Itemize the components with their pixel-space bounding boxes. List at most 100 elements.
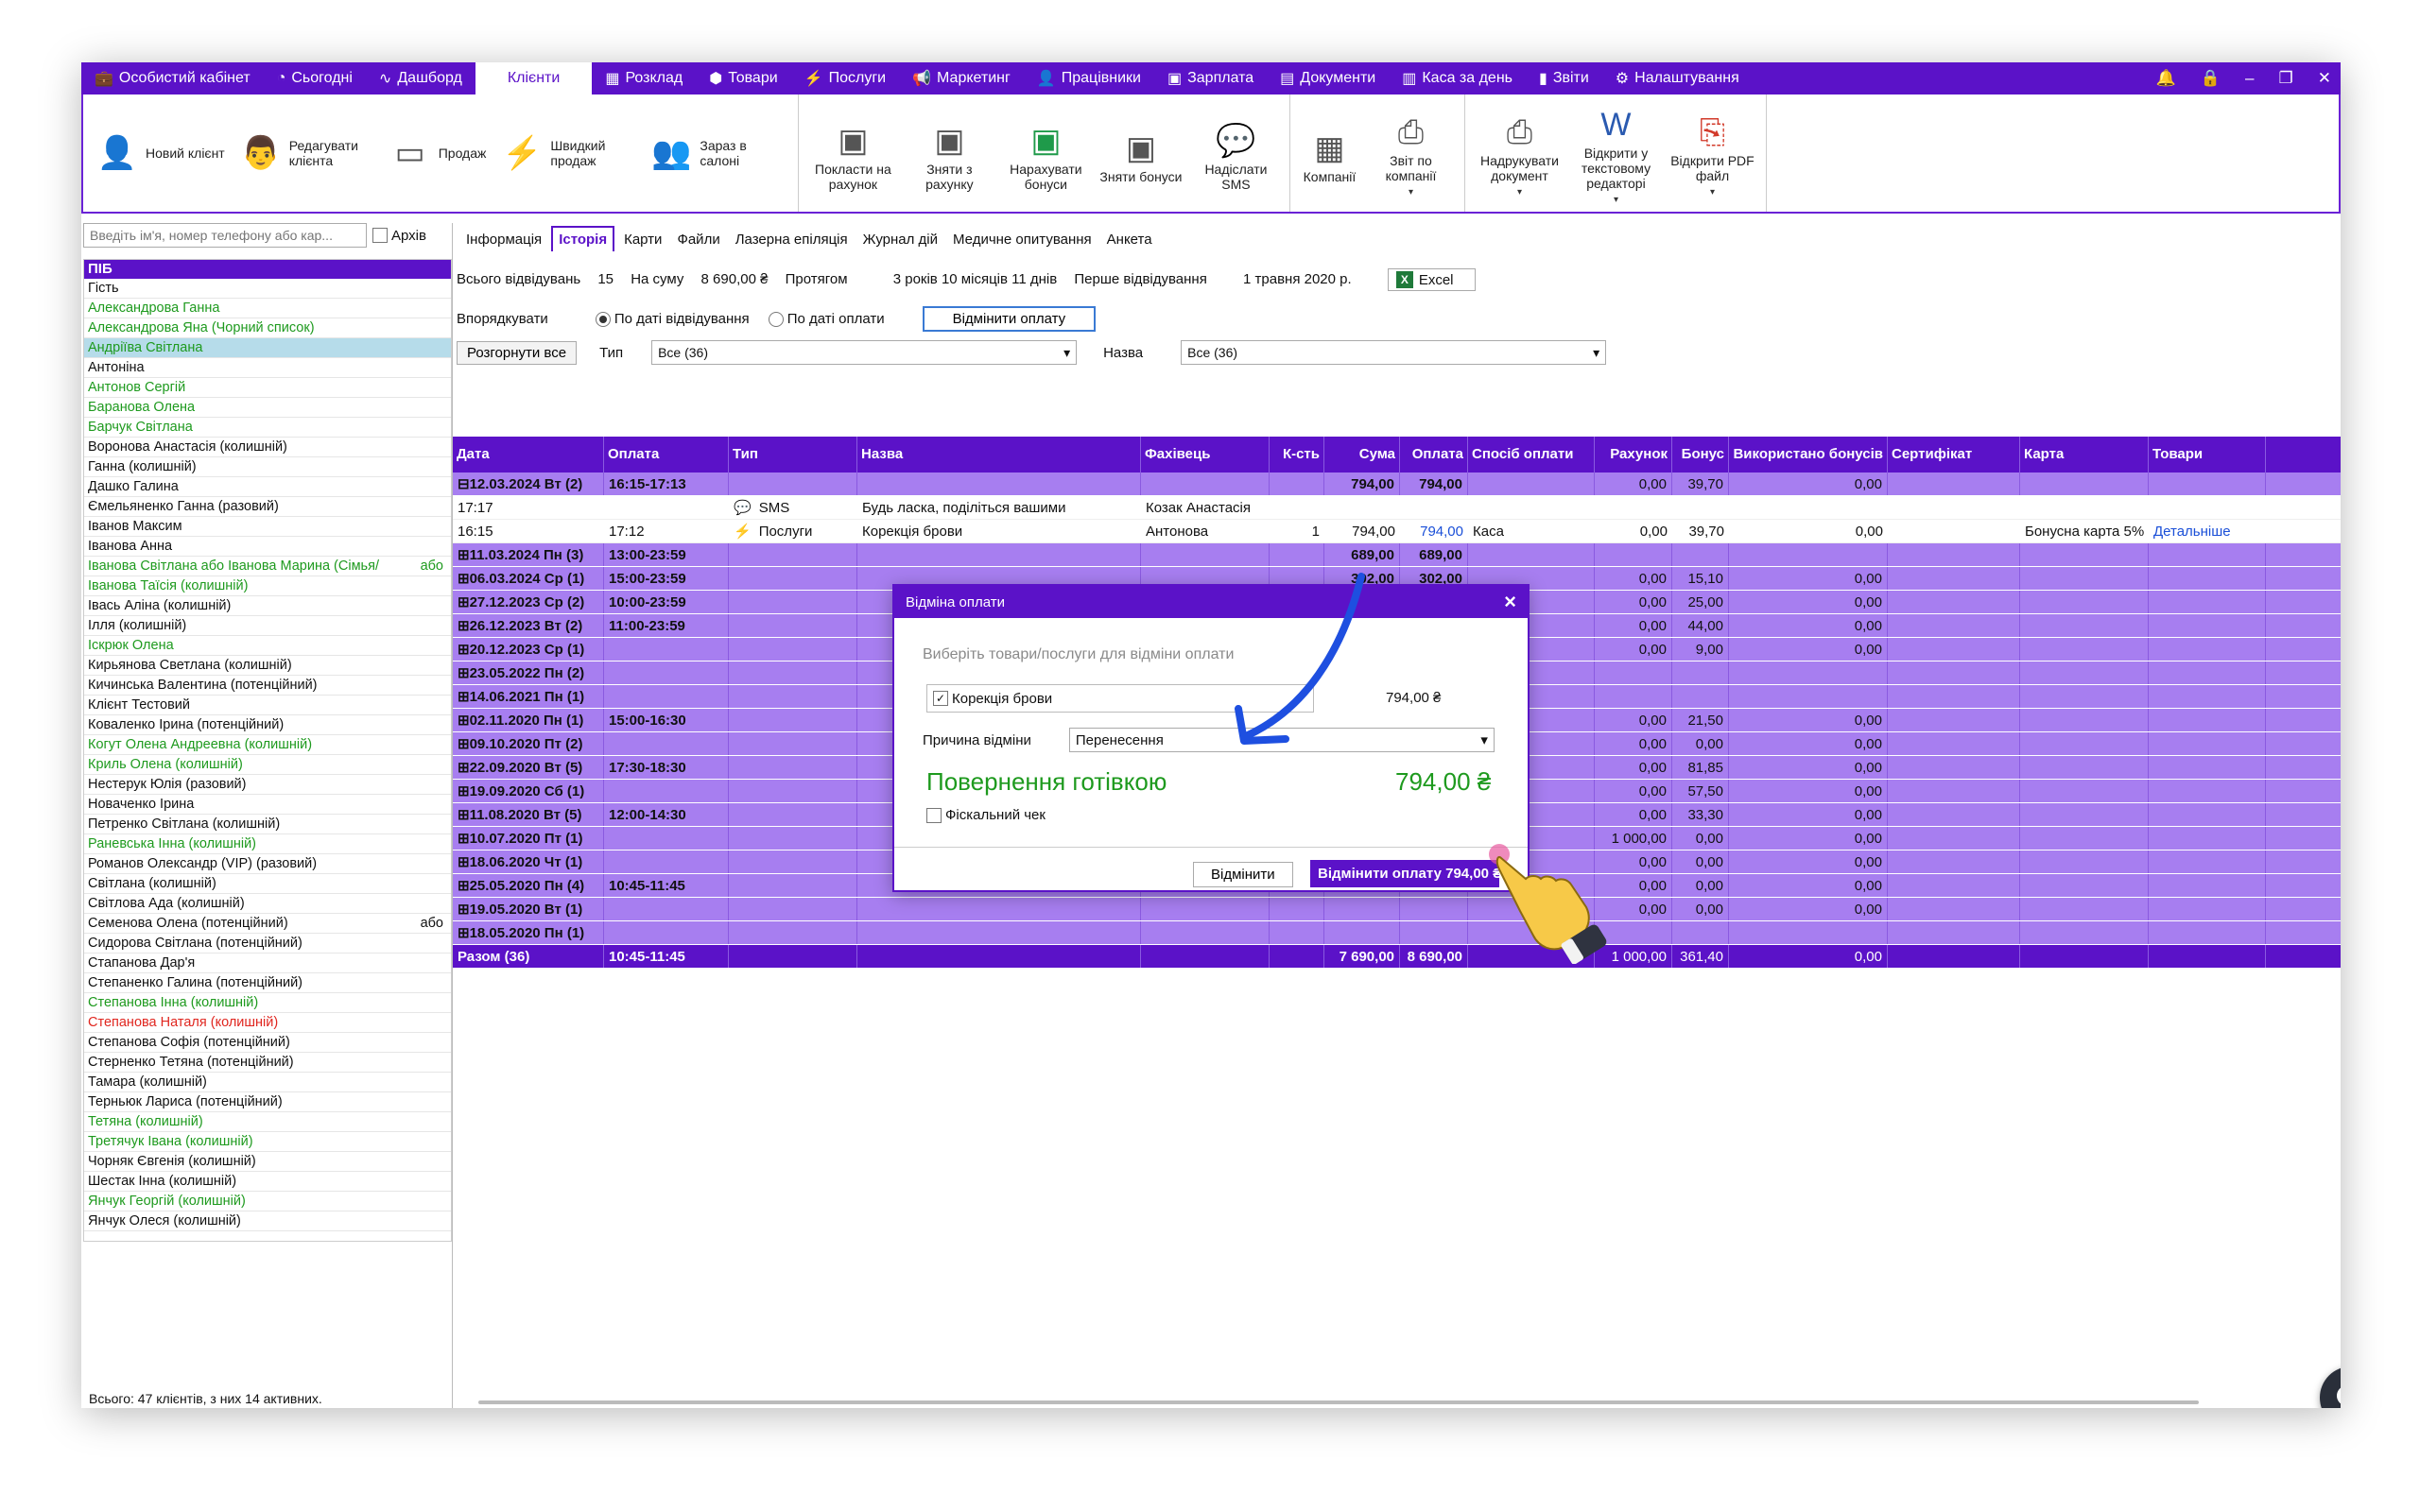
menu-tab-9[interactable]: ▣ Зарплата (1154, 62, 1267, 94)
menu-tab-3[interactable]: Клієнти (475, 62, 593, 94)
client-list-item[interactable]: Стапанова Дар'я (84, 954, 451, 973)
horizontal-scrollbar[interactable] (478, 1400, 2199, 1404)
menu-tab-11[interactable]: ▥ Каса за день (1389, 62, 1526, 94)
ribbon-button-13[interactable]: W Відкрити у текстовому редакторі ▾ (1567, 98, 1664, 208)
ribbon-button-2[interactable]: ▭ Продаж (382, 132, 494, 174)
column-header[interactable]: Назва (857, 437, 1141, 472)
column-header[interactable]: Тип (729, 437, 857, 472)
client-list-item[interactable]: Романов Олександр (VIP) (разовий) (84, 854, 451, 874)
client-list-item[interactable]: Шестак Інна (колишній) (84, 1172, 451, 1192)
client-list-item[interactable]: Семенова Олена (потенційний) або (84, 914, 451, 934)
menu-tab-7[interactable]: 📢 Маркетинг (899, 62, 1024, 94)
client-list-item[interactable]: Клієнт Тестовий (84, 696, 451, 715)
client-list-item[interactable]: Іванова Світлана або Іванова Марина (Сім… (84, 557, 451, 576)
confirm-cancel-payment-button[interactable]: Відмінити оплату 794,00 ₴ (1310, 860, 1499, 887)
lock-icon[interactable]: 🔒 (2201, 69, 2221, 88)
subtab-3[interactable]: Файли (671, 228, 725, 251)
expand-all-button[interactable]: Розгорнути все (457, 340, 578, 365)
client-list-item[interactable]: Александрова Яна (Чорний список) (84, 318, 451, 338)
client-list-item[interactable]: Світлова Ада (колишній) (84, 894, 451, 914)
client-list-item[interactable]: Іванова Таїсія (колишній) (84, 576, 451, 596)
client-list-item[interactable]: Іванов Максим (84, 517, 451, 537)
sort-by-payment-radio[interactable] (768, 311, 784, 327)
client-list-item[interactable]: Степанова Софія (потенційний) (84, 1033, 451, 1053)
client-list-item[interactable]: Барчук Світлана (84, 418, 451, 438)
menu-tab-12[interactable]: ▮ Звіти (1526, 62, 1602, 94)
column-header[interactable]: Сума (1324, 437, 1400, 472)
client-list-item[interactable]: Степанова Інна (колишній) (84, 993, 451, 1013)
column-header[interactable]: Карта (2020, 437, 2149, 472)
ribbon-button-3[interactable]: ⚡ Швидкий продаж (493, 132, 643, 174)
type-filter-select[interactable]: Все (36) ▾ (651, 340, 1078, 365)
client-list-item[interactable]: Коваленко Ірина (потенційний) (84, 715, 451, 735)
client-list-item[interactable]: Когут Олена Андреевна (колишній) (84, 735, 451, 755)
cancel-item-checkbox[interactable]: ✓ (933, 691, 948, 706)
subtab-1[interactable]: Історія (551, 226, 615, 251)
client-list-item[interactable]: Терньюк Лариса (потенційний) (84, 1092, 451, 1112)
excel-export-button[interactable]: X Excel (1387, 268, 1476, 291)
ribbon-button-7[interactable]: ▣ Нарахувати бонуси (997, 114, 1094, 192)
client-list-item[interactable]: Сидорова Світлана (потенційний) (84, 934, 451, 954)
client-list-item[interactable]: Ємельяненко Ганна (разовий) (84, 497, 451, 517)
archive-checkbox[interactable] (372, 228, 388, 243)
ribbon-button-6[interactable]: ▣ Зняти з рахунку (901, 114, 997, 192)
menu-tab-2[interactable]: ∿ Дашборд (366, 62, 475, 94)
menu-tab-5[interactable]: ⬢ Товари (696, 62, 790, 94)
history-row[interactable]: ⊟12.03.2024 Вт (2) 16:15-17:13 794,00 794,0… (453, 472, 2341, 496)
subtab-0[interactable]: Інформація (460, 228, 547, 251)
column-header[interactable]: Спосіб оплати (1468, 437, 1595, 472)
column-header[interactable]: К-сть (1270, 437, 1324, 472)
client-list-item[interactable]: Криль Олена (колишній) (84, 755, 451, 775)
subtab-4[interactable]: Лазерна епіляція (730, 228, 854, 251)
minimize-icon[interactable]: – (2245, 69, 2254, 88)
client-list-item[interactable]: Ганна (колишній) (84, 457, 451, 477)
menu-tab-13[interactable]: ⚙ Налаштування (1602, 62, 1753, 94)
table-cell[interactable]: Детальніше (2149, 520, 2266, 542)
ribbon-button-0[interactable]: 👤 Новий клієнт (89, 132, 233, 174)
client-list-item[interactable]: Антоніна (84, 358, 451, 378)
close-icon[interactable]: ✕ (2318, 69, 2331, 88)
sort-by-visit-radio[interactable] (595, 311, 611, 327)
cancel-payment-button[interactable]: Відмінити оплату (922, 306, 1097, 332)
column-header[interactable]: Дата (453, 437, 604, 472)
client-list-item[interactable]: Світлана (колишній) (84, 874, 451, 894)
history-row[interactable]: ⊞19.05.2020 Вт (1) 0,00 0,00 0,00 (453, 898, 2341, 921)
column-header[interactable]: Товари (2149, 437, 2266, 472)
client-list-item[interactable]: Александрова Ганна (84, 299, 451, 318)
client-list-item[interactable]: Баранова Олена (84, 398, 451, 418)
menu-tab-4[interactable]: ▦ Розклад (592, 62, 696, 94)
ribbon-button-12[interactable]: ⎙ Надрукувати документ ▾ (1471, 106, 1567, 200)
history-row[interactable]: 17:17 💬 SMS Будь ласка, поділіться вашими Ко… (453, 496, 2341, 520)
client-list-item[interactable]: Янчук Олеся (колишній) (84, 1211, 451, 1231)
client-list-item[interactable]: Тетяна (колишній) (84, 1112, 451, 1132)
subtab-2[interactable]: Карти (618, 228, 667, 251)
client-list-item[interactable]: Степанова Наталя (колишній) (84, 1013, 451, 1033)
ribbon-button-14[interactable]: ⎘ Відкрити PDF файл ▾ (1664, 106, 1760, 200)
column-header[interactable]: Оплата (1400, 437, 1468, 472)
client-list-item[interactable]: Раневська Інна (колишній) (84, 834, 451, 854)
bell-icon[interactable]: 🔔 (2156, 69, 2176, 88)
client-list-item[interactable]: Нестерук Юлія (разовий) (84, 775, 451, 795)
client-list-item[interactable]: Янчук Георгій (колишній) (84, 1192, 451, 1211)
menu-tab-8[interactable]: 👤 Працівники (1024, 62, 1154, 94)
client-list-item[interactable]: Стерненко Тетяна (потенційний) (84, 1053, 451, 1073)
column-header[interactable]: Сертифікат (1888, 437, 2020, 472)
ribbon-button-4[interactable]: 👥 Зараз в салоні (643, 132, 792, 174)
client-list-item[interactable]: Іскрюк Олена (84, 636, 451, 656)
fiscal-checkbox[interactable] (926, 807, 942, 823)
client-search-input[interactable] (83, 223, 367, 248)
history-row[interactable]: Разом (36) 10:45-11:45 7 690,00 8 690,00 1 0… (453, 945, 2341, 969)
client-list-header[interactable]: ПІБ (84, 260, 451, 279)
column-header[interactable]: Бонус (1672, 437, 1729, 472)
column-header[interactable]: Використано бонусів (1729, 437, 1888, 472)
client-list-item[interactable]: Третячук Івана (колишній) (84, 1132, 451, 1152)
column-header[interactable]: Рахунок (1595, 437, 1672, 472)
name-filter-select[interactable]: Все (36) ▾ (1181, 340, 1607, 365)
ribbon-button-1[interactable]: 👨 Редагувати клієнта (233, 132, 382, 174)
subtab-5[interactable]: Журнал дій (857, 228, 943, 251)
history-row[interactable]: 16:15 17:12 ⚡ Послуги Корекція брови Антонова… (453, 520, 2341, 543)
client-list-item[interactable]: Степаненко Галина (потенційний) (84, 973, 451, 993)
ribbon-button-8[interactable]: ▣ Зняти бонуси (1094, 122, 1187, 184)
close-icon[interactable]: × (1504, 590, 1516, 614)
client-list-item[interactable]: Тамара (колишній) (84, 1073, 451, 1092)
